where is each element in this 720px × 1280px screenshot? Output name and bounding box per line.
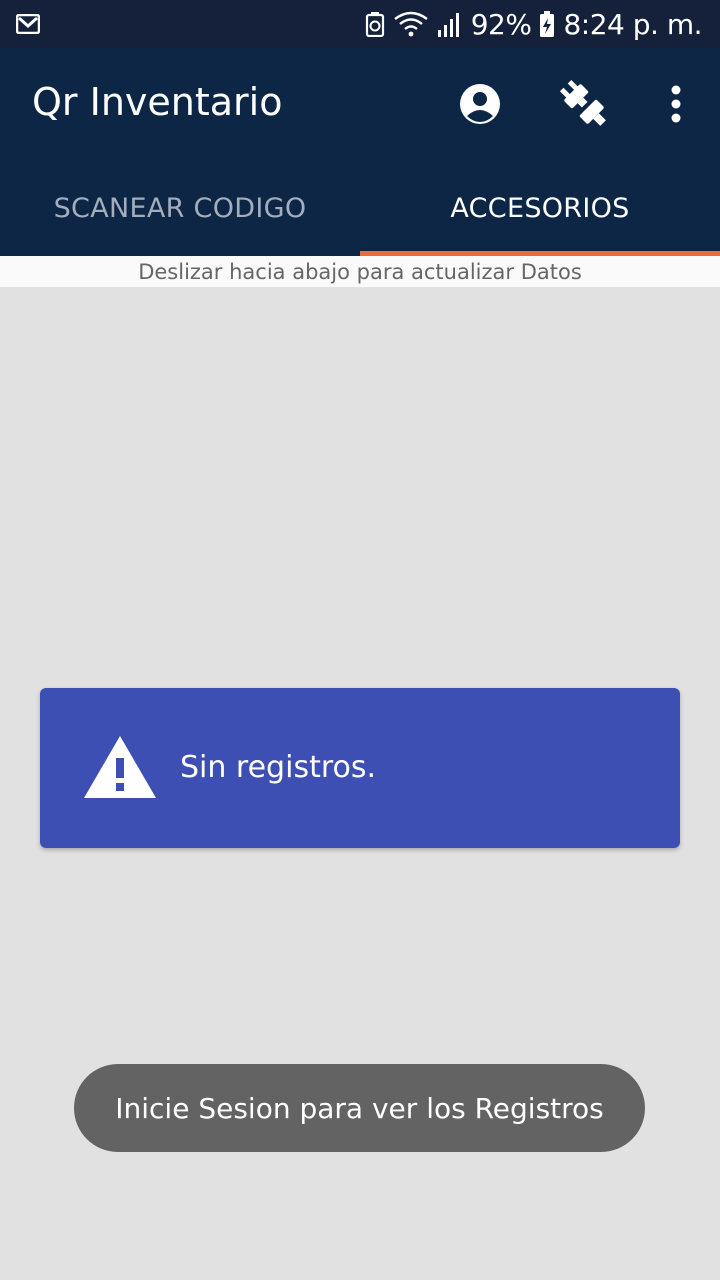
wifi-icon — [394, 11, 428, 37]
connection-button[interactable] — [552, 72, 616, 136]
refresh-hint: Deslizar hacia abajo para actualizar Dat… — [0, 256, 720, 287]
signal-icon — [437, 13, 459, 37]
status-time: 8:24 p. m. — [563, 7, 702, 41]
battery-percent: 92% — [470, 7, 532, 41]
status-bar: 92% 8:24 p. m. — [0, 0, 720, 48]
account-button[interactable] — [448, 72, 512, 136]
tab-accesorios[interactable]: ACCESORIOS — [360, 160, 720, 256]
battery-saver-icon — [365, 12, 384, 37]
tab-scanear-codigo[interactable]: SCANEAR CODIGO — [0, 160, 360, 256]
account-icon — [460, 84, 500, 124]
warning-icon — [84, 736, 156, 798]
plug-icon — [559, 79, 606, 126]
gmail-icon — [16, 14, 40, 34]
empty-state-card: Sin registros. — [40, 688, 680, 848]
overflow-menu-button[interactable] — [644, 72, 708, 136]
app-bar: Qr Inventario — [0, 48, 720, 160]
tab-bar: SCANEAR CODIGO ACCESORIOS — [0, 160, 720, 256]
toast-message: Inicie Sesion para ver los Registros — [74, 1064, 645, 1152]
app-title: Qr Inventario — [32, 80, 283, 124]
battery-charging-icon — [540, 11, 555, 37]
empty-state-message: Sin registros. — [180, 750, 377, 785]
more-vert-icon — [671, 85, 681, 123]
